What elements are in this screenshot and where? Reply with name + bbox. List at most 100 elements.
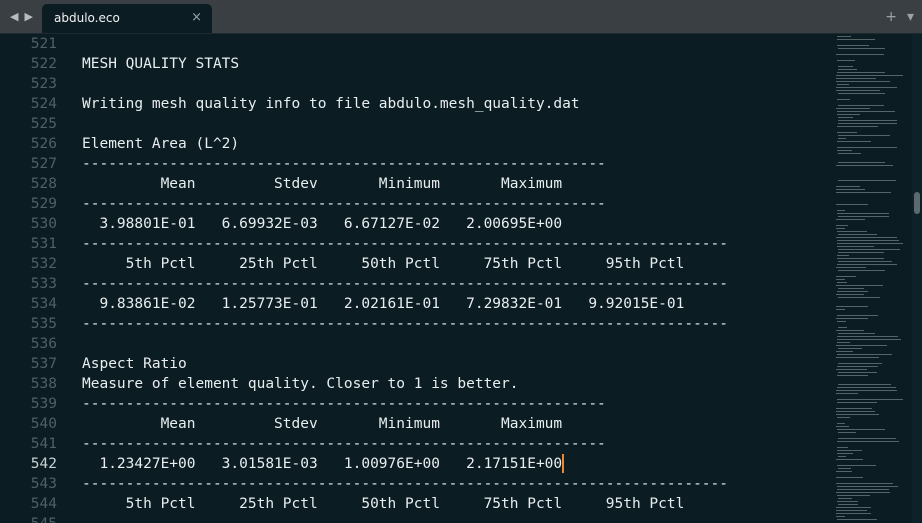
code-line[interactable]: ----------------------------------------…	[82, 474, 728, 494]
minimap-line	[837, 387, 896, 388]
minimap[interactable]	[832, 34, 910, 523]
minimap-line	[838, 372, 877, 373]
minimap-line	[836, 357, 879, 358]
minimap-line	[838, 468, 851, 469]
line-number: 533	[30, 276, 57, 292]
line-number: 537	[30, 356, 57, 372]
minimap-line	[838, 261, 892, 262]
minimap-line	[838, 363, 882, 364]
minimap-line	[838, 117, 853, 118]
code-line[interactable]: 1.23427E+00 3.01581E-03 1.00976E+00 2.17…	[82, 454, 562, 474]
line-number: 542	[30, 456, 57, 472]
code-line[interactable]: ----------------------------------------…	[82, 194, 606, 214]
code-line[interactable]: Writing mesh quality info to file abdulo…	[82, 94, 580, 114]
tab-forward-icon[interactable]: ▶	[24, 11, 32, 22]
minimap-line	[837, 450, 862, 451]
minimap-line	[838, 216, 889, 217]
minimap-line	[837, 72, 885, 73]
minimap-line	[837, 282, 847, 283]
minimap-line	[836, 351, 853, 352]
minimap-line	[836, 267, 866, 268]
code-line[interactable]: Element Area (L^2)	[82, 134, 239, 154]
minimap-line	[837, 399, 903, 400]
minimap-line	[836, 78, 876, 79]
line-number: 524	[30, 96, 57, 112]
minimap-line	[836, 414, 879, 415]
minimap-line	[836, 306, 868, 307]
minimap-line	[837, 111, 895, 112]
minimap-line	[837, 489, 889, 490]
code-line[interactable]: ----------------------------------------…	[82, 274, 728, 294]
minimap-line	[837, 213, 889, 214]
minimap-line	[836, 411, 875, 412]
line-number: 540	[30, 416, 57, 432]
minimap-line	[838, 333, 875, 334]
minimap-line	[837, 465, 876, 466]
minimap-line	[837, 486, 898, 487]
close-icon[interactable]: ×	[191, 10, 202, 25]
code-line[interactable]: Measure of element quality. Closer to 1 …	[82, 374, 519, 394]
minimap-line	[836, 192, 891, 193]
minimap-line	[837, 321, 846, 322]
line-number: 531	[30, 236, 57, 252]
code-area[interactable]: MESH QUALITY STATS Writing mesh quality i…	[82, 34, 830, 523]
text-cursor	[562, 454, 565, 473]
line-number: 530	[30, 216, 57, 232]
minimap-line	[837, 36, 851, 37]
code-line[interactable]: ----------------------------------------…	[82, 434, 606, 454]
code-line[interactable]: Mean Stdev Minimum Maximum	[82, 414, 563, 434]
minimap-line	[837, 45, 869, 46]
new-tab-icon[interactable]: +	[885, 9, 897, 25]
code-line[interactable]: 5th Pctl 25th Pctl 50th Pctl 75th Pctl 9…	[82, 494, 685, 514]
line-number: 523	[30, 76, 57, 92]
line-number: 527	[30, 156, 57, 172]
minimap-line	[836, 390, 897, 391]
code-line[interactable]: ----------------------------------------…	[82, 314, 728, 334]
minimap-line	[838, 93, 885, 94]
scrollbar-thumb[interactable]	[914, 192, 920, 214]
minimap-line	[838, 432, 856, 433]
tab-menu-icon[interactable]: ▾	[907, 9, 914, 25]
code-line[interactable]: 3.98801E-01 6.69932E-03 6.67127E-02 2.00…	[82, 214, 562, 234]
minimap-line	[838, 66, 853, 67]
minimap-line	[837, 231, 867, 232]
minimap-line	[836, 237, 897, 238]
vertical-scrollbar[interactable]	[912, 34, 922, 523]
code-line[interactable]: ----------------------------------------…	[82, 514, 728, 523]
code-line[interactable]: 5th Pctl 25th Pctl 50th Pctl 75th Pctl 9…	[82, 254, 685, 274]
minimap-line	[838, 288, 864, 289]
minimap-line	[836, 345, 887, 346]
minimap-line	[838, 252, 884, 253]
tab-abdulo-eco[interactable]: abdulo.eco ×	[42, 4, 212, 33]
line-number: 526	[30, 136, 57, 152]
tab-back-icon[interactable]: ◀	[10, 11, 18, 22]
minimap-line	[836, 186, 860, 187]
code-line[interactable]: ----------------------------------------…	[82, 394, 606, 414]
minimap-line	[838, 438, 896, 439]
code-line[interactable]: Mean Stdev Minimum Maximum	[82, 174, 563, 194]
code-line[interactable]: 9.83861E-02 1.25773E-01 2.02161E-01 7.29…	[82, 294, 684, 314]
minimap-line	[836, 330, 864, 331]
minimap-line	[838, 135, 890, 136]
minimap-line	[838, 348, 862, 349]
minimap-line	[837, 417, 850, 418]
editor-pane[interactable]: 521 522 523 524 525 526 527 528 529 530 531 532 533 5…	[0, 34, 830, 523]
line-number: 525	[30, 116, 57, 132]
minimap-line	[836, 483, 893, 484]
minimap-line	[836, 492, 890, 493]
minimap-line	[836, 294, 864, 295]
tab-bar: ◀ ▶ abdulo.eco × + ▾	[0, 0, 922, 34]
minimap-line	[838, 327, 847, 328]
code-line[interactable]: ----------------------------------------…	[82, 154, 606, 174]
minimap-line	[838, 234, 877, 235]
line-number: 544	[30, 496, 57, 512]
minimap-line	[836, 81, 890, 82]
code-line[interactable]: MESH QUALITY STATS	[82, 54, 239, 74]
line-number: 528	[30, 176, 57, 192]
line-number: 536	[30, 336, 57, 352]
line-number: 532	[30, 256, 57, 272]
minimap-line	[837, 402, 877, 403]
code-line[interactable]: Aspect Ratio	[82, 354, 187, 374]
code-line[interactable]: ----------------------------------------…	[82, 234, 728, 254]
minimap-line	[836, 369, 867, 370]
